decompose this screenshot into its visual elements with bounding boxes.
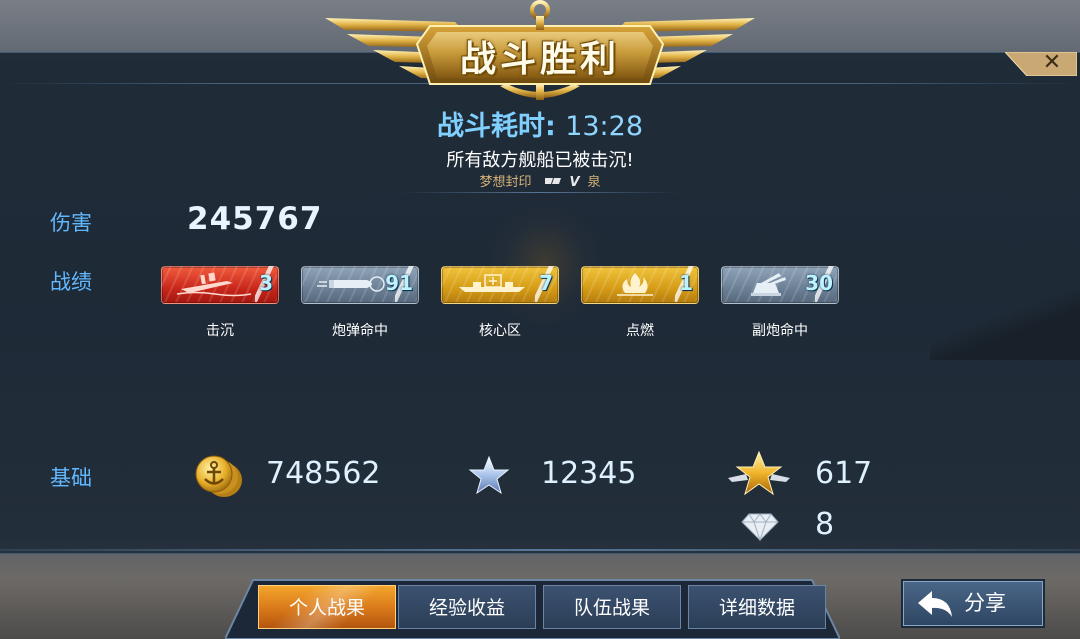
battle-duration-label: 战斗耗时: — [436, 111, 556, 142]
badge-sink[interactable]: 3 — [161, 266, 279, 304]
damage-label: 伤害 — [50, 211, 92, 235]
badge-secondary-gun-label: 副炮命中 — [752, 323, 808, 339]
badge-count: 91 — [385, 271, 413, 295]
tab-exp-gain-label: 经验收益 — [428, 597, 505, 619]
badge-core-zone[interactable]: 7 — [441, 266, 559, 304]
victory-banner: 战斗胜利 — [325, 0, 755, 110]
badge-secondary-gun[interactable]: 30 — [721, 266, 839, 304]
badge-core-zone-label: 核心区 — [479, 323, 521, 339]
damage-value: 245767 — [187, 201, 323, 237]
tab-personal-results[interactable]: 个人战果 — [258, 585, 396, 629]
player-name: 梦想封印 V 泉 — [380, 171, 700, 190]
fire-icon — [617, 273, 653, 296]
badge-ignite[interactable]: 1 — [581, 266, 699, 304]
close-icon[interactable]: ✕ — [1035, 50, 1069, 76]
player-name-part3: 泉 — [587, 175, 601, 190]
exp-value: 12345 — [541, 456, 637, 491]
badge-ignite-label: 点燃 — [626, 323, 654, 339]
tab-exp-gain[interactable]: 经验收益 — [398, 585, 536, 629]
tab-personal-results-label: 个人战果 — [288, 597, 365, 619]
core-zone-icon — [459, 274, 525, 292]
panel-bottom-rule — [0, 549, 1080, 551]
badge-count: 30 — [805, 271, 833, 295]
victory-title: 战斗胜利 — [459, 39, 620, 80]
anchor-coin-icon — [195, 455, 242, 497]
badge-count: 1 — [679, 271, 693, 295]
badge-count: 7 — [539, 271, 553, 295]
close-button[interactable]: ✕ — [1005, 50, 1077, 76]
rank-value: 617 — [815, 456, 873, 491]
tab-detailed-data[interactable]: 详细数据 — [688, 585, 826, 629]
record-label: 战绩 — [50, 270, 92, 294]
blue-star-icon — [468, 455, 510, 495]
header-divider — [400, 192, 680, 193]
tab-team-results-label: 队伍战果 — [573, 597, 650, 619]
badge-shell-hit-label: 炮弹命中 — [332, 323, 388, 339]
share-label: 分享 — [964, 591, 1006, 615]
badge-shell-hit[interactable]: 91 — [301, 266, 419, 304]
share-button[interactable]: 分享 — [903, 581, 1043, 626]
result-message: 所有敌方舰船已被击沉! — [446, 150, 634, 171]
background-rock-silhouette — [930, 290, 1080, 360]
badge-count: 3 — [259, 271, 273, 295]
shell-hit-icon — [317, 276, 385, 292]
gold-value: 748562 — [266, 456, 381, 491]
sinking-ship-icon — [176, 272, 252, 297]
badge-sink-label: 击沉 — [206, 323, 234, 339]
battle-duration-value: 13:28 — [565, 111, 644, 142]
diamond-value: 8 — [815, 507, 835, 542]
tab-detailed-data-label: 详细数据 — [718, 597, 795, 619]
base-label: 基础 — [50, 466, 92, 490]
background-ship-silhouette — [490, 205, 600, 325]
tab-team-results[interactable]: 队伍战果 — [543, 585, 681, 629]
diamond-icon — [741, 513, 779, 542]
gold-winged-star-icon — [728, 450, 790, 496]
player-name-part2: V — [569, 175, 580, 190]
player-name-part1: 梦想封印 — [479, 175, 532, 190]
battle-duration: 战斗耗时: 13:28 — [380, 104, 700, 143]
secondary-gun-icon — [751, 273, 786, 296]
share-arrow-icon — [918, 591, 952, 617]
rank-chevron-icon — [545, 178, 562, 184]
